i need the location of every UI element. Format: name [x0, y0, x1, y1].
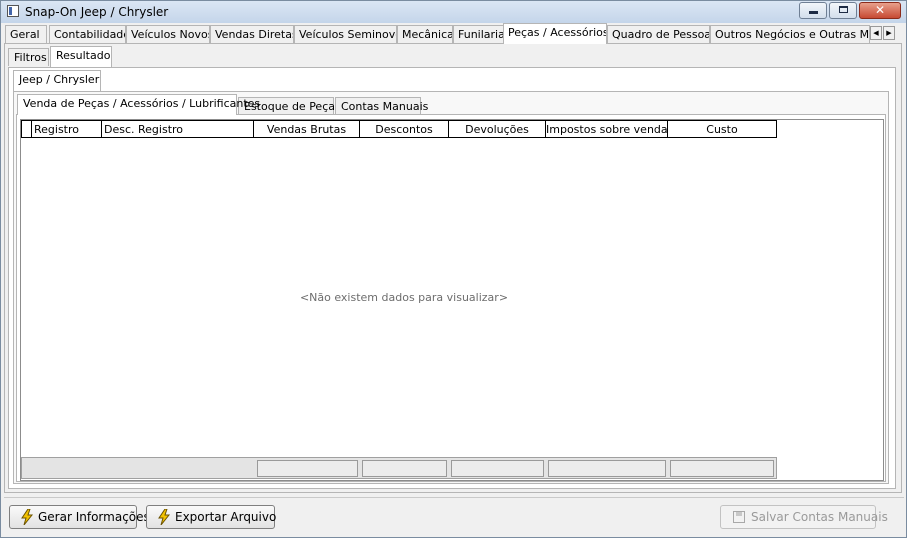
tab-quadro-de-pessoas[interactable]: Quadro de Pessoas	[607, 25, 710, 43]
exportar-arquivo-button[interactable]: Exportar Arquivo	[146, 505, 277, 529]
maximize-icon	[838, 6, 848, 13]
tab-resultado[interactable]: Resultado	[50, 46, 112, 67]
tab-scroll-left-button[interactable]: ◀	[870, 26, 882, 40]
tab-scroll-right-button[interactable]: ▶	[883, 26, 895, 40]
tab-venda-pecas[interactable]: Venda de Peças / Acessórios / Lubrifican…	[17, 94, 260, 115]
column-header-impostos[interactable]: Impostos sobre vendas	[546, 120, 668, 138]
app-icon	[7, 5, 19, 17]
close-button[interactable]: ✕	[859, 2, 901, 19]
save-icon	[733, 511, 745, 523]
tab-filtros[interactable]: Filtros	[8, 48, 49, 66]
tab-jeep-chrysler[interactable]: Jeep / Chrysler	[13, 70, 101, 91]
column-header-custo[interactable]: Custo	[668, 120, 777, 138]
tab-veiculos-novos[interactable]: Veículos Novos	[126, 25, 210, 43]
maximize-button[interactable]	[829, 2, 857, 19]
tab-pecas-acessorios[interactable]: Peças / Acessórios	[503, 23, 607, 44]
column-header-devolucoes[interactable]: Devoluções	[449, 120, 546, 138]
window-title: Snap-On Jeep / Chrysler	[25, 5, 169, 19]
tab-veiculos-seminovos[interactable]: Veículos Seminovos	[294, 25, 397, 43]
app-window: Snap-On Jeep / Chrysler ✕ Geral Contabil…	[0, 0, 907, 538]
tab-contas-manuais[interactable]: Contas Manuais	[335, 97, 428, 115]
tab-mecanica[interactable]: Mecânica	[397, 25, 453, 43]
tab-funilaria[interactable]: Funilaria	[453, 25, 505, 43]
footer-total-vendas-brutas	[257, 460, 358, 477]
minimize-button[interactable]	[799, 2, 827, 19]
empty-data-message: <Não existem dados para visualizar>	[299, 291, 509, 304]
minimize-icon	[808, 11, 818, 14]
column-header-registro[interactable]: Registro	[32, 120, 102, 138]
column-header-vendas-brutas[interactable]: Vendas Brutas	[254, 120, 360, 138]
tab-geral[interactable]: Geral	[5, 25, 47, 43]
top-tab-strip: Geral Contabilidade Veículos Novos Venda…	[5, 23, 905, 44]
salvar-contas-manuais-label: Salvar Contas Manuais	[751, 510, 888, 524]
salvar-contas-manuais-button[interactable]: Salvar Contas Manuais	[720, 505, 888, 529]
tab-contabilidade[interactable]: Contabilidade	[49, 25, 126, 43]
tab-vendas-diretas[interactable]: Vendas Diretas	[210, 25, 294, 43]
footer-total-custo	[670, 460, 774, 477]
title-bar: Snap-On Jeep / Chrysler ✕	[1, 1, 906, 23]
tab-outros-negocios[interactable]: Outros Negócios e Outras Marc	[710, 25, 870, 43]
gerar-informacoes-label: Gerar Informações	[38, 510, 150, 524]
lightning-icon	[21, 509, 34, 525]
gerar-informacoes-button[interactable]: Gerar Informações	[9, 505, 150, 529]
footer-total-descontos	[362, 460, 447, 477]
footer-total-devolucoes	[451, 460, 544, 477]
lightning-icon	[158, 509, 171, 525]
column-header-descontos[interactable]: Descontos	[360, 120, 449, 138]
footer-total-impostos	[548, 460, 666, 477]
exportar-arquivo-label: Exportar Arquivo	[175, 510, 277, 524]
column-header-desc-registro[interactable]: Desc. Registro	[102, 120, 254, 138]
row-indicator-header	[21, 120, 32, 138]
